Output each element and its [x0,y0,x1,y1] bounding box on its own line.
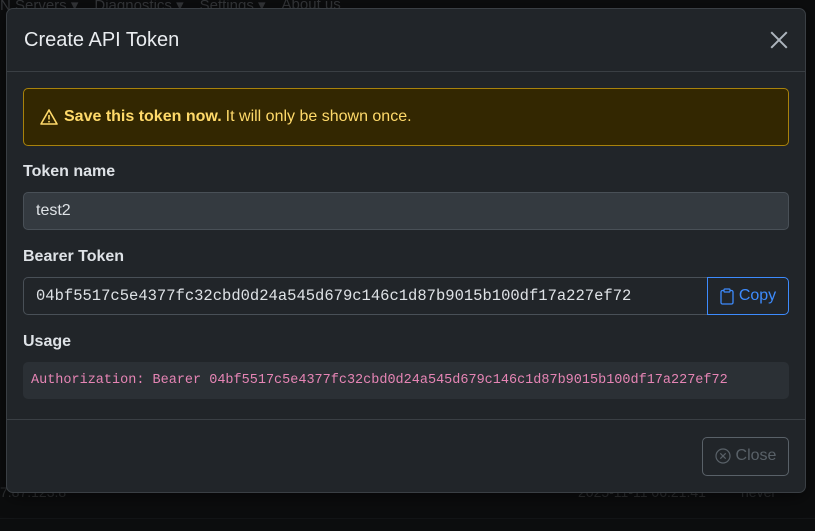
modal-body: Save this token now. It will only be sho… [7,72,805,399]
warning-icon [40,109,58,125]
token-name-label: Token name [23,163,116,180]
usage-code: Authorization: Bearer 04bf5517c5e4377fc3… [23,362,789,399]
close-icon[interactable] [767,28,791,52]
modal-title: Create API Token [24,28,180,51]
copy-button[interactable]: Copy [707,277,789,315]
modal-header: Create API Token [7,9,805,72]
x-circle-icon [714,448,731,464]
copy-button-label: Copy [738,287,777,304]
warning-alert: Save this token now. It will only be sho… [23,88,789,146]
modal-footer: Close [7,419,805,492]
close-button[interactable]: Close [702,436,789,476]
alert-strong-text: Save this token now. [64,108,222,125]
close-button-label: Close [735,447,777,464]
clipboard-icon [720,287,734,305]
bearer-token-group: 04bf5517c5e4377fc32cbd0d24a545d679c146c1… [23,277,789,315]
usage-label: Usage [23,333,72,350]
create-token-modal: Create API Token Save this token now. It… [6,8,806,493]
alert-text: It will only be shown once. [225,108,412,125]
token-name-field[interactable]: test2 [23,192,789,230]
bearer-token-label: Bearer Token [23,248,125,265]
bearer-token-field[interactable]: 04bf5517c5e4377fc32cbd0d24a545d679c146c1… [23,277,707,315]
